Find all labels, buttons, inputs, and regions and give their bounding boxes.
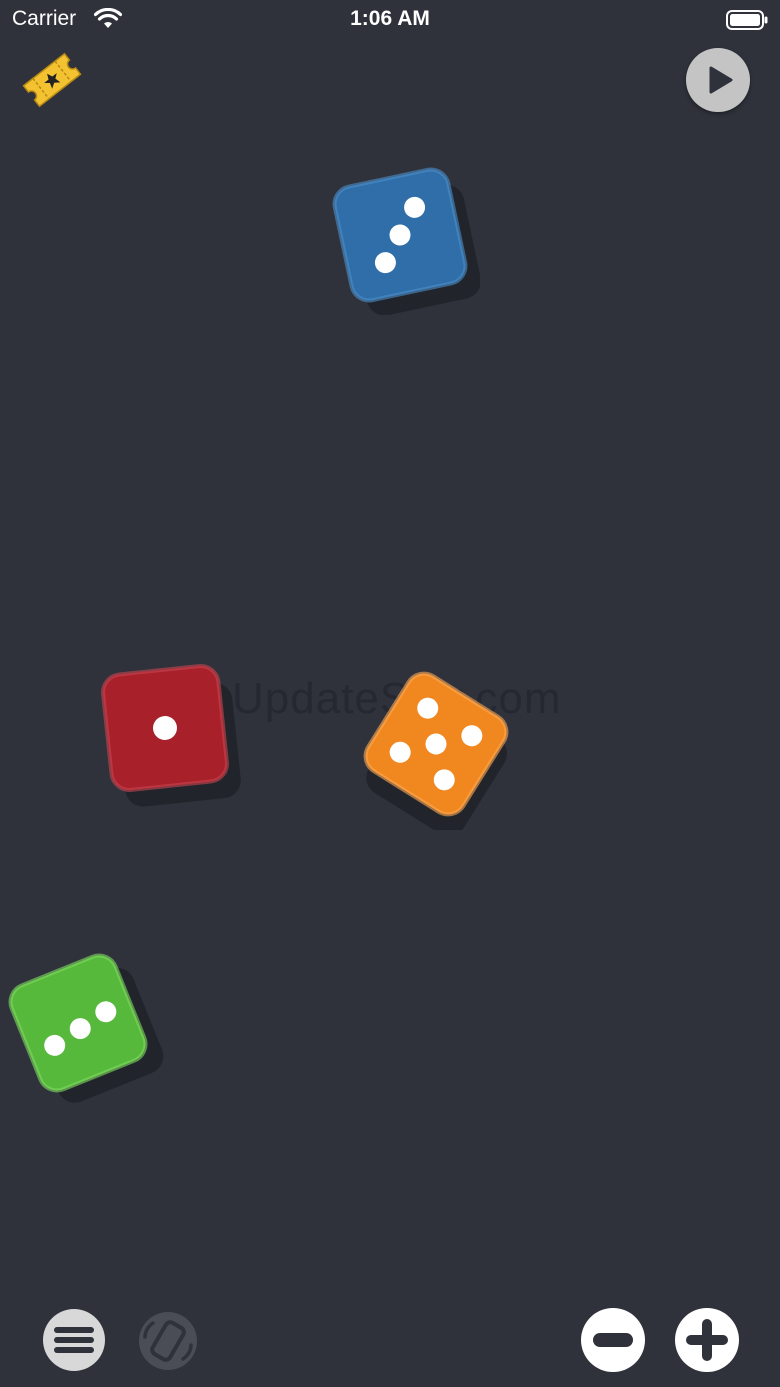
clock: 1:06 AM [350,7,430,30]
add-die-button[interactable] [674,1307,740,1373]
battery-icon [726,10,768,30]
orange-die[interactable] [360,670,520,830]
hamburger-menu-icon [54,1327,94,1353]
menu-button[interactable] [42,1308,106,1372]
remove-die-button[interactable] [580,1307,646,1373]
blue-die[interactable] [330,165,480,315]
green-die[interactable] [0,945,170,1115]
red-die[interactable] [95,660,245,810]
ticket-star-icon[interactable] [18,48,86,112]
status-bar: Carrier 1:06 AM [0,0,780,40]
play-button[interactable] [686,48,750,112]
play-icon [709,66,733,94]
shake-button[interactable] [137,1310,199,1372]
minus-icon [593,1333,633,1347]
